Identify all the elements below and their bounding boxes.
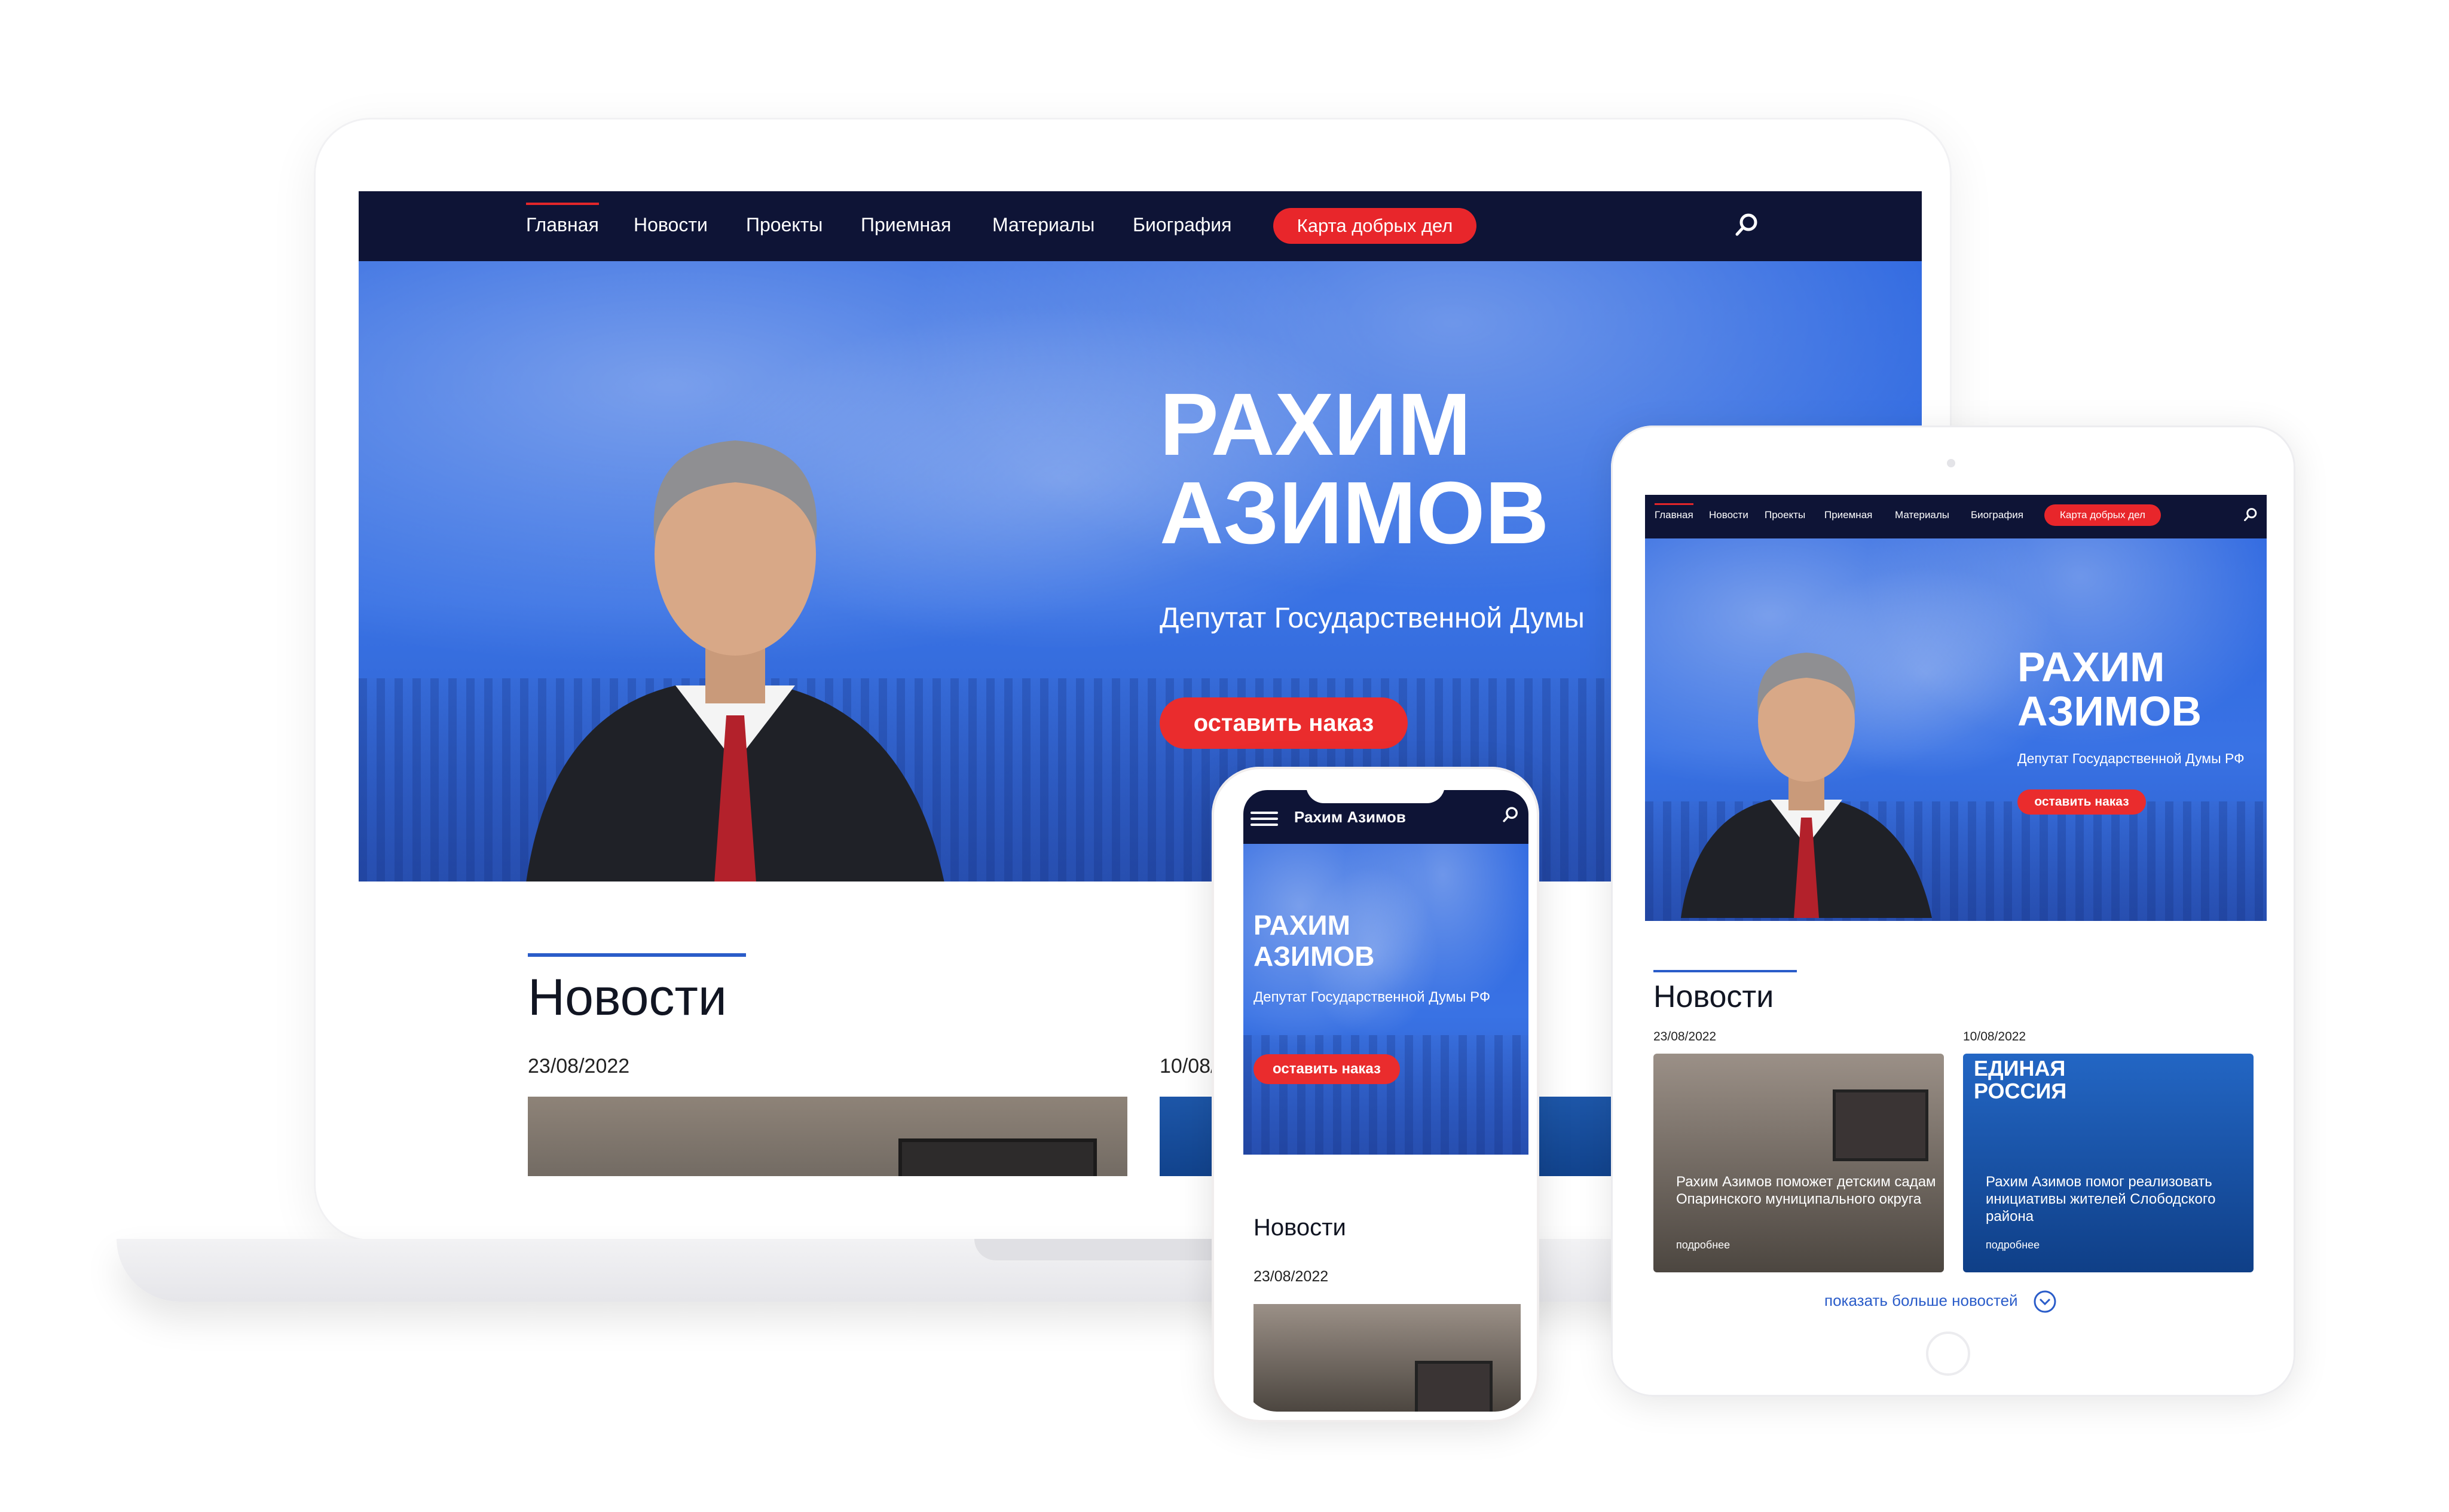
news-date-1: 23/08/2022 <box>1253 1268 1329 1285</box>
monitor-shape <box>1833 1089 1928 1161</box>
show-more-label: показать больше новостей <box>1824 1291 2018 1309</box>
active-nav-indicator <box>1655 503 1693 505</box>
main-nav: Главная Новости Проекты Приемная Материа… <box>359 191 1922 261</box>
news-date-1: 23/08/2022 <box>1653 1030 1717 1043</box>
hero-subtitle: Депутат Государственной Думы <box>1160 602 1585 634</box>
news-date-1: 23/08/2022 <box>528 1055 630 1078</box>
news-date-2: 10/08/ <box>1160 1055 1216 1078</box>
show-more-news-link[interactable]: показать больше новостей <box>1824 1290 2057 1314</box>
hero-title: РАХИМ АЗИМОВ <box>1160 375 1549 562</box>
tablet-nav-good-deeds-button[interactable]: Карта добрых дел <box>2044 504 2161 526</box>
news-card-title: Рахим Азимов помог реализовать инициатив… <box>1986 1174 2216 1225</box>
search-icon[interactable] <box>1733 212 1760 238</box>
tablet-hero-banner: РАХИМ АЗИМОВ Депутат Государственной Дум… <box>1645 538 2267 921</box>
phone-screen: Рахим Азимов РАХИМ АЗИМОВ Депутат Госуда… <box>1243 790 1528 1412</box>
menu-icon[interactable] <box>1251 812 1278 830</box>
news-heading: Новости <box>528 969 727 1026</box>
search-icon[interactable] <box>1502 806 1519 824</box>
tablet-nav-home[interactable]: Главная <box>1655 503 1693 521</box>
nav-news[interactable]: Новости <box>634 214 708 236</box>
tablet-nav-reception[interactable]: Приемная <box>1824 509 1872 521</box>
news-image-1[interactable] <box>528 1097 1127 1176</box>
tablet-home-button <box>1926 1332 1970 1376</box>
hero-title: РАХИМ АЗИМОВ <box>1253 910 1375 972</box>
news-heading: Новости <box>1653 980 1774 1014</box>
news-more-link[interactable]: подробнее <box>1986 1239 2040 1251</box>
portrait-image <box>526 440 944 882</box>
hero-subtitle: Депутат Государственной Думы РФ <box>2017 751 2245 766</box>
search-icon[interactable] <box>2243 507 2258 522</box>
news-card-title: Рахим Азимов поможет детским садам Опари… <box>1676 1174 1936 1207</box>
nav-biography[interactable]: Биография <box>1133 214 1231 236</box>
nav-projects[interactable]: Проекты <box>746 214 823 236</box>
party-sign: ЕДИНАЯ РОССИЯ <box>1974 1056 2067 1103</box>
news-heading-rule <box>1653 970 1797 972</box>
news-date-2: 10/08/2022 <box>1963 1030 2026 1043</box>
hero-subtitle-text: Депутат Государственной Думы РФ <box>1253 989 1491 1005</box>
tablet-screen: Главная Новости Проекты Приемная Материа… <box>1645 495 2267 1324</box>
tablet-nav-biography[interactable]: Биография <box>1971 509 2023 521</box>
tablet-nav-news[interactable]: Новости <box>1709 509 1748 521</box>
news-more-link[interactable]: подробнее <box>1676 1239 1730 1251</box>
monitor-shape <box>1415 1361 1493 1412</box>
nav-reception[interactable]: Приемная <box>861 214 951 236</box>
hero-subtitle: Депутат Государственной Думы РФ <box>1253 987 1517 1008</box>
chevron-down-circle-icon <box>2034 1290 2056 1313</box>
mobile-brand: Рахим Азимов <box>1294 808 1406 826</box>
nav-good-deeds-button[interactable]: Карта добрых дел <box>1273 208 1476 244</box>
leave-request-button[interactable]: оставить наказ <box>1253 1054 1400 1084</box>
tablet-nav-projects[interactable]: Проекты <box>1765 509 1805 521</box>
city-skyline <box>1243 1035 1528 1155</box>
tablet-nav: Главная Новости Проекты Приемная Материа… <box>1645 495 2267 538</box>
leave-request-button[interactable]: оставить наказ <box>1160 697 1408 749</box>
news-image-1[interactable] <box>1253 1304 1521 1412</box>
monitor-shape <box>898 1138 1097 1176</box>
news-card-1[interactable]: Рахим Азимов поможет детским садам Опари… <box>1653 1054 1944 1272</box>
news-heading-rule <box>528 953 746 957</box>
phone-notch <box>1306 777 1445 803</box>
nav-materials[interactable]: Материалы <box>992 214 1094 236</box>
tablet-camera <box>1947 459 1955 467</box>
phone-hero-banner: РАХИМ АЗИМОВ Депутат Государственной Дум… <box>1243 844 1528 1155</box>
active-nav-indicator <box>526 202 599 206</box>
news-card-2[interactable]: ЕДИНАЯ РОССИЯ Рахим Азимов помог реализо… <box>1963 1054 2254 1272</box>
tablet-nav-materials[interactable]: Материалы <box>1895 509 1949 521</box>
news-heading: Новости <box>1253 1214 1346 1241</box>
leave-request-button[interactable]: оставить наказ <box>2017 789 2146 815</box>
portrait-image <box>1681 653 1932 918</box>
hero-title: РАХИМ АЗИМОВ <box>2017 644 2202 734</box>
nav-home[interactable]: Главная <box>526 202 599 236</box>
